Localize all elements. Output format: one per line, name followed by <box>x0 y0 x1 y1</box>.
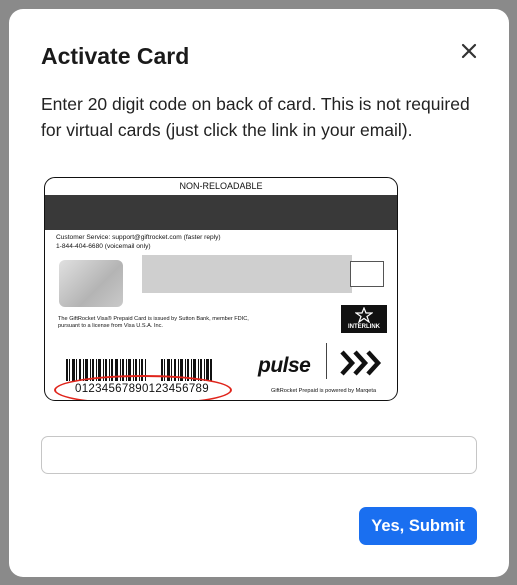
close-button[interactable] <box>455 37 483 65</box>
code-highlight-oval <box>54 375 232 400</box>
activate-card-modal: Activate Card Enter 20 digit code on bac… <box>9 9 509 577</box>
logo-divider <box>326 343 327 379</box>
interlink-label: INTERLINK <box>348 324 380 330</box>
modal-description: Enter 20 digit code on back of card. Thi… <box>41 94 470 140</box>
magnetic-stripe <box>45 195 397 230</box>
cvv-box <box>350 261 384 287</box>
interlink-logo: INTERLINK <box>341 305 387 333</box>
card-code-input[interactable] <box>41 436 477 474</box>
customer-service-text: Customer Service: support@giftrocket.com… <box>56 234 221 250</box>
interlink-emblem-icon <box>355 307 373 323</box>
pulse-logo: pulse <box>258 354 311 377</box>
submit-button[interactable]: Yes, Submit <box>359 507 477 545</box>
signature-panel <box>142 255 352 293</box>
powered-by-text: GiftRocket Prepaid is powered by Marqeta <box>271 388 377 394</box>
card-header-label: NON-RELOADABLE <box>179 181 263 191</box>
marqeta-chevrons-icon <box>340 350 382 376</box>
card-hologram <box>59 260 123 307</box>
close-icon <box>461 43 477 59</box>
modal-title: Activate Card <box>41 43 190 69</box>
card-back-illustration: NON-RELOADABLE Customer Service: support… <box>44 177 398 401</box>
legal-text: The GiftRocket Visa® Prepaid Card is iss… <box>58 316 249 329</box>
